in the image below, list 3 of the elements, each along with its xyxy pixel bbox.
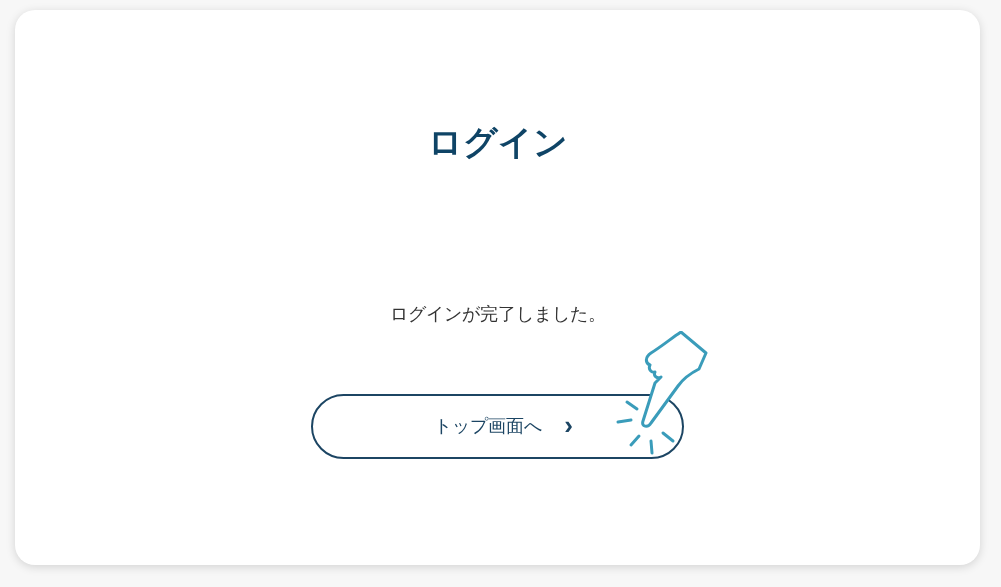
top-page-button[interactable]: トップ画面へ › — [311, 394, 684, 459]
page-title: ログイン — [427, 122, 568, 163]
completion-message: ログインが完了しました。 — [389, 303, 606, 326]
